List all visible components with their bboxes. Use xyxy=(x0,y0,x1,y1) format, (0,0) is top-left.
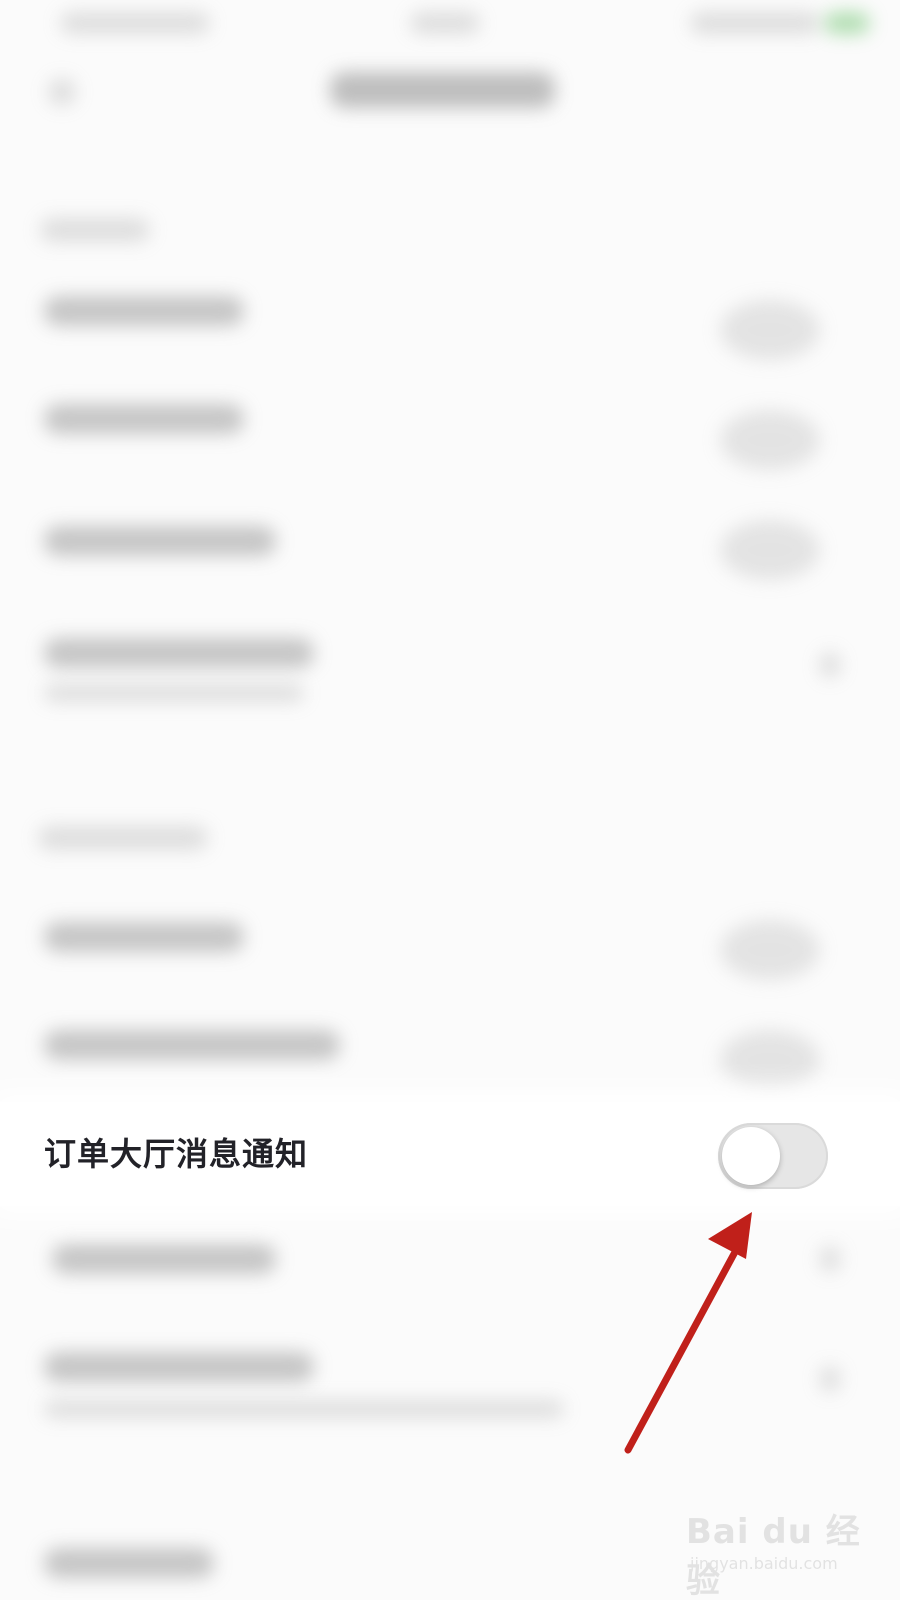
watermark-url: jingyan.baidu.com xyxy=(690,1554,838,1573)
blurred-background xyxy=(0,0,900,1600)
row-9-chevron[interactable] xyxy=(820,1366,840,1392)
status-bar-right xyxy=(690,12,820,34)
settings-row-10[interactable] xyxy=(44,1548,214,1578)
settings-row-3[interactable] xyxy=(44,526,276,556)
settings-row-2[interactable] xyxy=(44,404,244,434)
row-3-toggle[interactable] xyxy=(720,520,820,580)
settings-row-6[interactable] xyxy=(44,1030,340,1060)
settings-row-8[interactable] xyxy=(52,1244,276,1274)
status-bar-center xyxy=(410,12,480,34)
status-bar-left xyxy=(60,12,210,34)
order-hall-notification-toggle[interactable] xyxy=(718,1123,828,1189)
toggle-knob xyxy=(722,1127,780,1185)
section-header-1 xyxy=(40,218,150,242)
row-2-toggle[interactable] xyxy=(720,410,820,470)
row-4-chevron[interactable] xyxy=(820,652,840,678)
page-title xyxy=(330,72,555,108)
row-9-subtext xyxy=(44,1400,564,1418)
row-5-toggle[interactable] xyxy=(720,920,820,980)
settings-row-9[interactable] xyxy=(44,1352,314,1382)
watermark-logo: Bai du 经验 xyxy=(686,1512,861,1600)
row-4-subtext xyxy=(44,684,304,702)
screen: 订单大厅消息通知 Bai du 经验 jingyan.baidu.com xyxy=(0,0,900,1600)
row-6-toggle[interactable] xyxy=(720,1030,820,1090)
back-icon[interactable] xyxy=(48,78,76,106)
settings-row-4[interactable] xyxy=(44,638,314,668)
baidu-jingyan-watermark: Bai du 经验 jingyan.baidu.com xyxy=(686,1500,866,1600)
settings-row-1[interactable] xyxy=(44,296,244,326)
row-8-chevron[interactable] xyxy=(820,1246,840,1272)
row-1-toggle[interactable] xyxy=(720,300,820,360)
order-hall-notification-row[interactable]: 订单大厅消息通知 xyxy=(0,1102,900,1206)
battery-icon xyxy=(824,12,870,34)
settings-row-5[interactable] xyxy=(44,922,244,952)
order-hall-notification-label: 订单大厅消息通知 xyxy=(44,1135,309,1173)
section-header-2 xyxy=(38,826,208,850)
